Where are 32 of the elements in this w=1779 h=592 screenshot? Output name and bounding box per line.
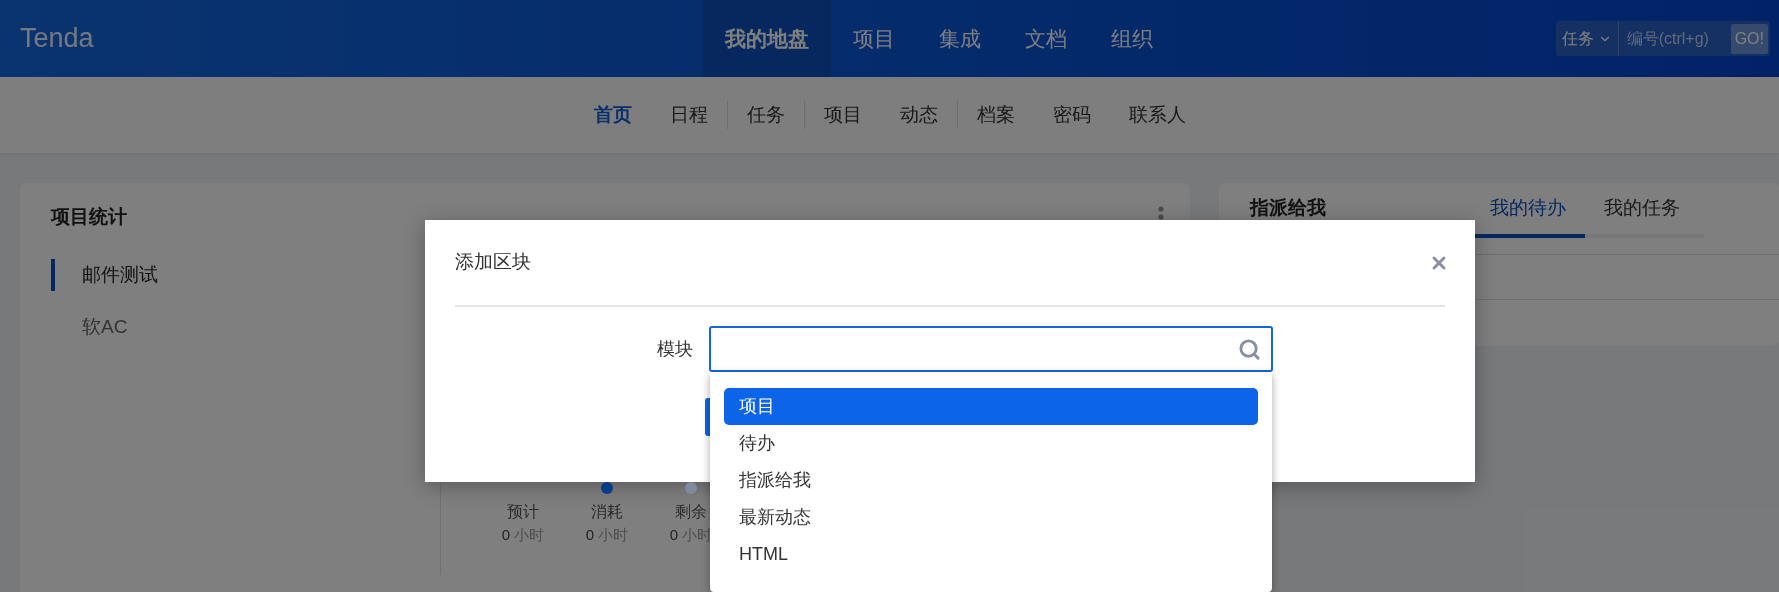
dropdown-option[interactable]: HTML bbox=[724, 536, 1258, 573]
quick-search-field[interactable]: 任务 编号(ctrl+g) GO! bbox=[1555, 21, 1770, 56]
card-title: 指派给我 bbox=[1250, 197, 1327, 219]
go-button[interactable]: GO! bbox=[1730, 23, 1768, 54]
module-search-field[interactable] bbox=[709, 326, 1273, 372]
nav-tab[interactable]: 组织 bbox=[1089, 0, 1175, 77]
sub-nav-link[interactable]: 任务 bbox=[727, 100, 804, 130]
sub-nav-link[interactable]: 密码 bbox=[1033, 100, 1110, 130]
sub-nav-link[interactable]: 档案 bbox=[957, 100, 1034, 130]
dropdown-option[interactable]: 最新动态 bbox=[724, 499, 1258, 536]
sub-nav-link[interactable]: 首页 bbox=[574, 100, 651, 130]
sub-nav-link[interactable]: 联系人 bbox=[1109, 100, 1205, 130]
tab[interactable]: 我的任务 bbox=[1585, 197, 1699, 238]
nav-tab[interactable]: 项目 bbox=[831, 0, 917, 77]
nav-tab[interactable]: 文档 bbox=[1003, 0, 1089, 77]
legend-label: 剩余 bbox=[675, 502, 707, 522]
dialog-title: 添加区块 bbox=[455, 250, 531, 275]
legend-label: 消耗 bbox=[591, 502, 623, 522]
dropdown-option[interactable]: 指派给我 bbox=[724, 462, 1258, 499]
nav-tab[interactable]: 我的地盘 bbox=[703, 0, 831, 77]
logo: Tenda bbox=[20, 23, 94, 54]
dropdown-option[interactable]: 项目 bbox=[724, 388, 1258, 425]
sub-nav-link[interactable]: 日程 bbox=[650, 100, 727, 130]
sub-nav-link[interactable]: 动态 bbox=[880, 100, 957, 130]
field-label: 模块 bbox=[656, 337, 694, 361]
type-dropdown[interactable]: 任务 bbox=[1555, 21, 1619, 56]
dropdown-option[interactable]: 待办 bbox=[724, 425, 1258, 462]
card-title: 项目统计 bbox=[51, 204, 127, 229]
nav-tab[interactable]: 集成 bbox=[917, 0, 1003, 77]
search-icon bbox=[1238, 337, 1261, 361]
sub-nav-link[interactable]: 项目 bbox=[804, 100, 881, 130]
legend-label: 预计 bbox=[507, 502, 539, 522]
